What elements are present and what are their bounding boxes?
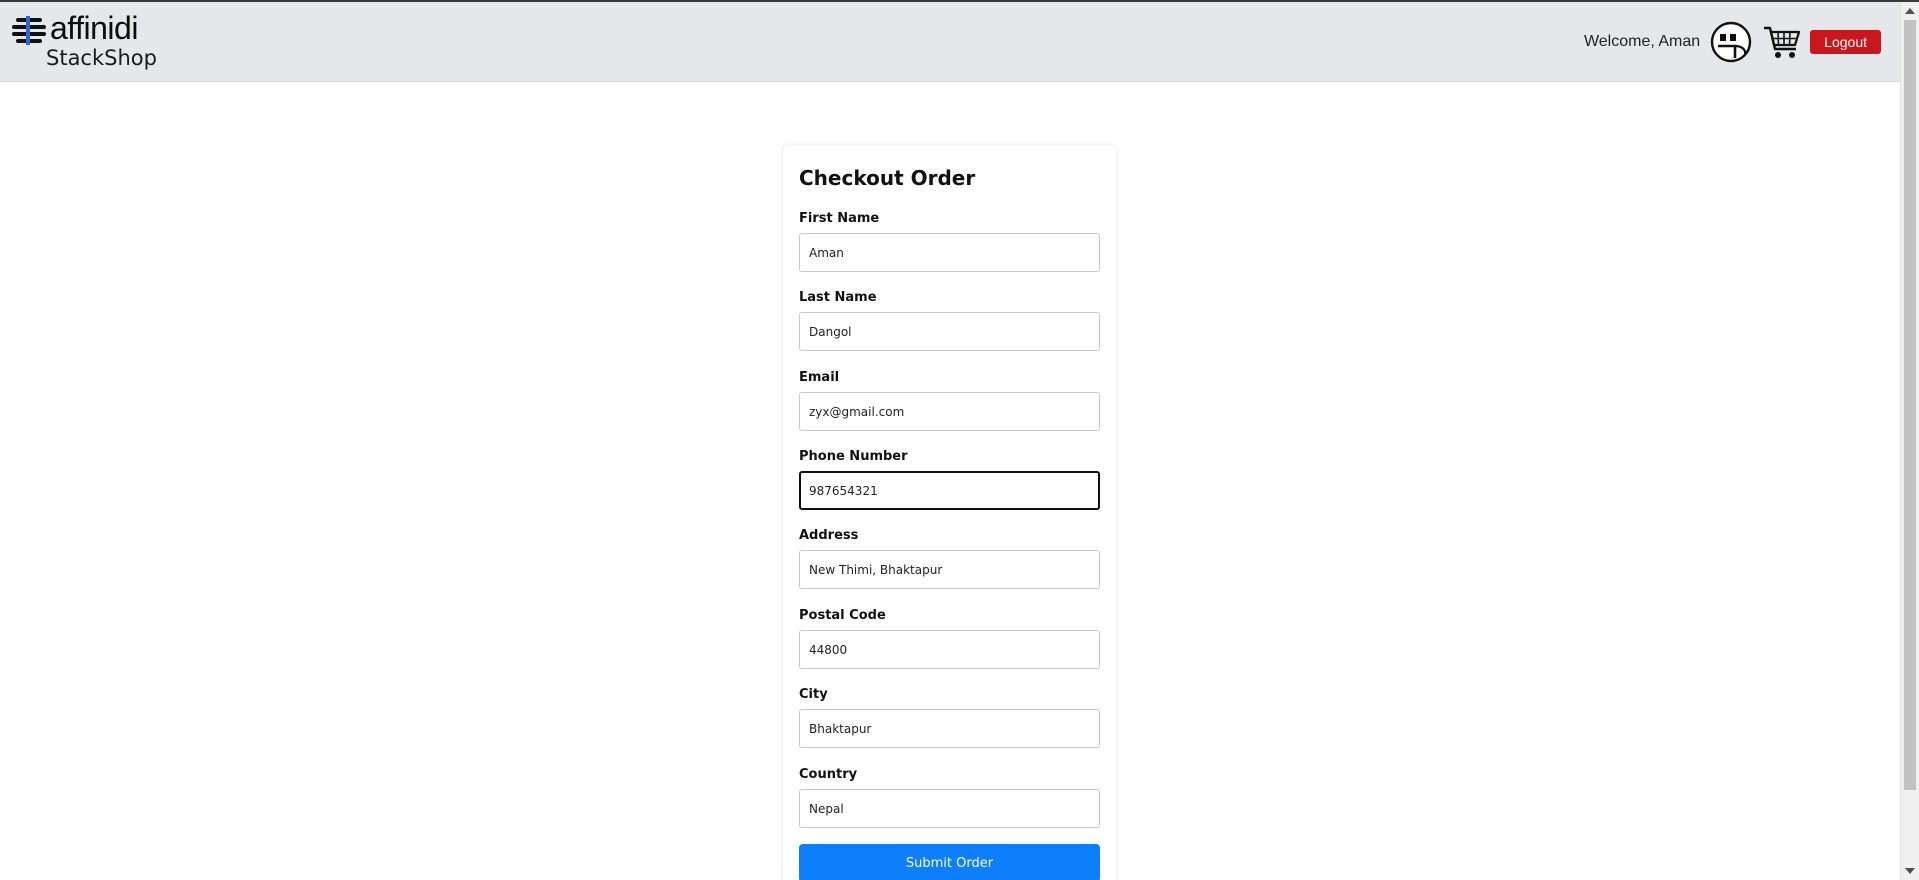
last-name-input[interactable] — [799, 312, 1100, 351]
shopping-cart-icon[interactable] — [1762, 22, 1802, 62]
app-header: affinidi StackShop Welcome, Aman Logout — [0, 2, 1900, 82]
postal-code-label: Postal Code — [799, 608, 886, 623]
email-input[interactable] — [799, 392, 1100, 431]
city-input[interactable] — [799, 709, 1100, 748]
vertical-scrollbar[interactable] — [1900, 2, 1919, 880]
postal-code-input[interactable] — [799, 630, 1100, 669]
phone-number-input[interactable] — [799, 471, 1100, 510]
address-label: Address — [799, 528, 859, 543]
welcome-text: Welcome, Aman — [1583, 33, 1701, 50]
scroll-up-arrow-icon[interactable] — [1905, 8, 1915, 14]
first-name-label: First Name — [799, 211, 880, 226]
checkout-card: Checkout Order First Name Last Name Emai… — [783, 146, 1116, 880]
city-label: City — [799, 687, 828, 702]
app-name: StackShop — [46, 46, 157, 70]
scrollbar-thumb[interactable] — [1904, 20, 1916, 790]
email-label: Email — [799, 370, 840, 385]
country-label: Country — [799, 767, 858, 782]
affinidi-logo-icon — [12, 16, 46, 45]
first-name-input[interactable] — [799, 233, 1100, 272]
country-input[interactable] — [799, 789, 1100, 828]
phone-number-label: Phone Number — [799, 449, 908, 464]
brand-logo[interactable]: affinidi StackShop — [12, 10, 172, 74]
address-input[interactable] — [799, 550, 1100, 589]
last-name-label: Last Name — [799, 290, 877, 305]
header-user-area: Welcome, Aman Logout — [1584, 2, 1881, 82]
scroll-down-arrow-icon[interactable] — [1905, 868, 1915, 874]
brand-name: affinidi — [50, 10, 138, 46]
avatar-face-icon[interactable] — [1710, 21, 1752, 63]
logout-button[interactable]: Logout — [1810, 30, 1881, 54]
submit-order-button[interactable]: Submit Order — [799, 844, 1100, 880]
page: affinidi StackShop Welcome, Aman Logout … — [0, 0, 1919, 880]
checkout-title: Checkout Order — [799, 166, 976, 190]
